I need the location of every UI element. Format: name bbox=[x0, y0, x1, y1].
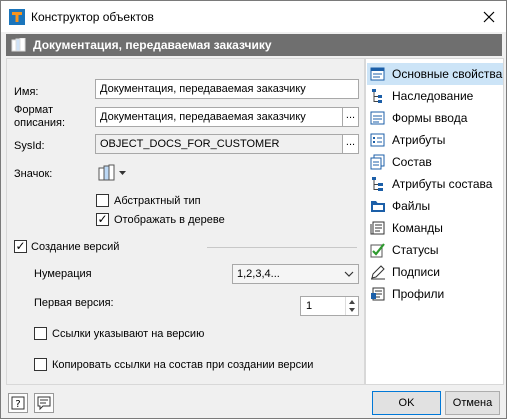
nav-item-composition[interactable]: Состав bbox=[367, 151, 503, 173]
comment-button[interactable] bbox=[34, 393, 54, 413]
nav-item-inheritance[interactable]: Наследование bbox=[367, 85, 503, 107]
format-label-line2: описания: bbox=[14, 117, 66, 129]
nav-item-input-forms[interactable]: Формы ввода bbox=[367, 107, 503, 129]
signatures-icon bbox=[371, 265, 385, 280]
create-versions-checkbox[interactable]: ✓ bbox=[14, 239, 27, 253]
help-icon: ? bbox=[11, 396, 25, 410]
show-in-tree-label: Отображать в дереве bbox=[114, 214, 225, 226]
nav-item-label: Атрибуты состава bbox=[392, 177, 493, 191]
files-icon bbox=[371, 201, 385, 212]
statuses-icon bbox=[370, 243, 385, 258]
name-input[interactable]: Документация, передаваемая заказчику bbox=[95, 79, 359, 99]
nav-item-label: Формы ввода bbox=[392, 111, 468, 125]
versions-separator bbox=[207, 247, 357, 248]
nav-item-label: Команды bbox=[392, 221, 443, 235]
numbering-label: Нумерация bbox=[34, 268, 92, 280]
sysid-browse-button[interactable]: ... bbox=[342, 134, 359, 154]
format-input[interactable]: Документация, передаваемая заказчику bbox=[95, 107, 343, 127]
format-browse-button[interactable]: ... bbox=[342, 107, 359, 127]
chevron-down-icon bbox=[344, 271, 354, 277]
nav-item-label: Наследование bbox=[392, 89, 474, 103]
attributes-icon bbox=[370, 133, 385, 147]
ok-button[interactable]: OK bbox=[372, 391, 441, 415]
nav-item-label: Подписи bbox=[392, 265, 440, 279]
inheritance-icon bbox=[372, 89, 382, 103]
nav-item-label: Основные свойства bbox=[392, 67, 503, 81]
copy-links-label: Копировать ссылки на состав при создании… bbox=[52, 359, 314, 371]
create-versions-label: Создание версий bbox=[31, 241, 120, 253]
abstract-type-label: Абстрактный тип bbox=[114, 195, 201, 207]
chevron-down-icon bbox=[119, 171, 126, 175]
checkmark-icon: ✓ bbox=[97, 212, 108, 226]
first-version-value: 1 bbox=[306, 300, 313, 312]
cancel-button[interactable]: Отмена bbox=[445, 391, 500, 415]
nav-item-label: Состав bbox=[392, 155, 432, 169]
sections-nav: Основные свойства Наследование Формы вво… bbox=[365, 58, 504, 385]
first-version-spinner[interactable]: 1 bbox=[300, 296, 359, 316]
links-to-version-checkbox[interactable] bbox=[34, 327, 47, 340]
numbering-select[interactable]: 1,2,3,4... bbox=[232, 264, 359, 284]
properties-icon bbox=[370, 67, 385, 81]
nav-item-signatures[interactable]: Подписи bbox=[367, 261, 503, 283]
name-label: Имя: bbox=[14, 86, 39, 98]
svg-text:?: ? bbox=[15, 399, 20, 410]
numbering-value: 1,2,3,4... bbox=[237, 268, 280, 280]
arrow-down-icon bbox=[349, 308, 355, 312]
abstract-type-checkbox[interactable] bbox=[96, 194, 109, 207]
links-to-version-label: Ссылки указывают на версию bbox=[52, 328, 205, 340]
title-bar: Конструктор объектов bbox=[1, 1, 506, 32]
nav-item-composition-attributes[interactable]: Атрибуты состава bbox=[367, 173, 503, 195]
window-title: Конструктор объектов bbox=[31, 10, 154, 24]
nav-item-profiles[interactable]: Профили bbox=[367, 283, 503, 305]
object-title: Документация, передаваемая заказчику bbox=[33, 38, 272, 52]
composition-icon bbox=[370, 154, 385, 170]
input-forms-icon bbox=[370, 111, 385, 125]
close-icon bbox=[483, 11, 495, 22]
object-header: Документация, передаваемая заказчику bbox=[6, 34, 502, 56]
arrow-up-icon bbox=[349, 300, 355, 304]
nav-item-label: Статусы bbox=[392, 243, 439, 257]
comment-icon bbox=[37, 396, 51, 411]
nav-item-properties[interactable]: Основные свойства bbox=[367, 63, 503, 85]
nav-item-label: Файлы bbox=[392, 199, 431, 213]
copy-links-checkbox[interactable] bbox=[34, 358, 47, 371]
properties-panel: Имя: Документация, передаваемая заказчик… bbox=[6, 58, 365, 385]
app-logo-icon bbox=[9, 9, 25, 25]
checkmark-icon: ✓ bbox=[15, 239, 26, 253]
sysid-label: SysId: bbox=[14, 140, 45, 152]
nav-item-label: Атрибуты bbox=[392, 133, 446, 147]
nav-item-statuses[interactable]: Статусы bbox=[367, 239, 503, 261]
icon-picker[interactable] bbox=[98, 164, 130, 182]
first-version-label: Первая версия: bbox=[34, 297, 114, 309]
documents-icon bbox=[11, 38, 26, 52]
show-in-tree-checkbox[interactable]: ✓ bbox=[96, 212, 109, 226]
nav-item-attributes[interactable]: Атрибуты bbox=[367, 129, 503, 151]
profiles-icon bbox=[371, 287, 385, 301]
help-button[interactable]: ? bbox=[8, 393, 28, 413]
sysid-input[interactable]: OBJECT_DOCS_FOR_CUSTOMER bbox=[95, 134, 343, 154]
documents-icon bbox=[98, 164, 115, 181]
commands-icon bbox=[370, 221, 385, 235]
dialog-window: Конструктор объектов Документация, перед… bbox=[0, 0, 507, 419]
close-button[interactable] bbox=[472, 1, 506, 32]
format-label-line1: Формат bbox=[14, 104, 54, 116]
nav-item-label: Профили bbox=[392, 287, 445, 301]
icon-label: Значок: bbox=[14, 168, 53, 180]
nav-item-files[interactable]: Файлы bbox=[367, 195, 503, 217]
nav-item-commands[interactable]: Команды bbox=[367, 217, 503, 239]
composition-attributes-icon bbox=[372, 177, 383, 191]
spinner-buttons[interactable] bbox=[345, 297, 358, 315]
